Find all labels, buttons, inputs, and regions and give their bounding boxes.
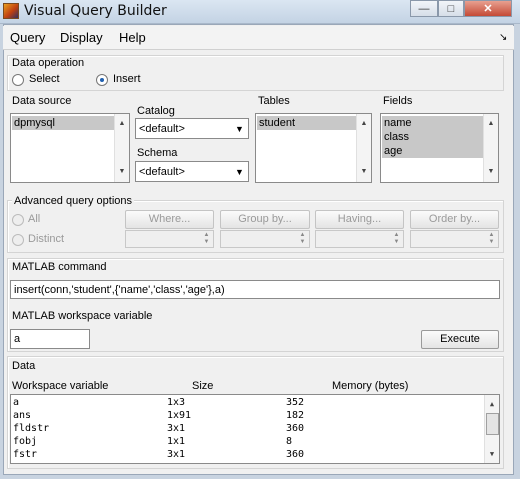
distinct-radio-label: Distinct: [28, 233, 65, 245]
distinct-radio[interactable]: [12, 234, 24, 246]
having-spinner[interactable]: ▲ ▼: [315, 230, 404, 248]
all-radio-label: All: [28, 213, 41, 225]
execute-button[interactable]: Execute: [421, 330, 499, 349]
order-by-button[interactable]: Order by...: [410, 210, 499, 229]
tables-scrollbar[interactable]: ▲ ▼: [356, 114, 371, 182]
catalog-dropdown[interactable]: <default> ▼: [135, 118, 249, 139]
spin-down-icon[interactable]: ▼: [297, 239, 308, 246]
scroll-down-icon[interactable]: ▼: [484, 166, 498, 178]
spin-up-icon[interactable]: ▲: [391, 232, 402, 239]
data-table-scrollbar[interactable]: ▲ ▼: [484, 395, 499, 463]
spin-down-icon[interactable]: ▼: [391, 239, 402, 246]
insert-radio-label: Insert: [113, 73, 141, 85]
column-header-memory: Memory (bytes): [332, 380, 409, 392]
maximize-button[interactable]: □: [438, 0, 464, 17]
data-label: Data: [12, 360, 36, 372]
close-icon: ✕: [483, 3, 493, 15]
catalog-label: Catalog: [137, 105, 175, 117]
maximize-icon: □: [447, 2, 455, 15]
fields-label: Fields: [383, 95, 413, 107]
workspace-variable-field[interactable]: a: [10, 329, 90, 349]
minimize-icon: —: [418, 2, 430, 15]
matlab-command-label: MATLAB command: [12, 261, 107, 273]
data-source-scrollbar[interactable]: ▲ ▼: [114, 114, 129, 182]
data-operation-label: Data operation: [12, 57, 85, 69]
spin-down-icon[interactable]: ▼: [201, 239, 212, 246]
column-header-workspace-variable: Workspace variable: [12, 380, 109, 392]
where-button[interactable]: Where...: [125, 210, 214, 229]
catalog-value: <default>: [139, 123, 185, 135]
scroll-up-icon[interactable]: ▲: [357, 118, 371, 130]
insert-radio[interactable]: [96, 74, 108, 86]
select-radio-label: Select: [29, 73, 60, 85]
chevron-down-icon[interactable]: ▼: [233, 164, 246, 180]
where-spinner[interactable]: ▲ ▼: [125, 230, 214, 248]
spin-down-icon[interactable]: ▼: [486, 239, 497, 246]
scroll-up-icon[interactable]: ▲: [485, 398, 499, 410]
column-header-size: Size: [192, 380, 214, 392]
chevron-down-icon[interactable]: ▼: [233, 121, 246, 137]
table-row[interactable]: ans 1x91 182: [11, 409, 486, 422]
scroll-down-icon[interactable]: ▼: [485, 448, 499, 460]
window-title: Visual Query Builder: [24, 3, 167, 19]
menu-query[interactable]: Query: [10, 30, 45, 45]
scroll-thumb[interactable]: [486, 413, 499, 435]
tables-list[interactable]: student ▲ ▼: [255, 113, 372, 183]
menu-help[interactable]: Help: [119, 30, 146, 45]
list-item[interactable]: student: [257, 116, 357, 130]
table-row[interactable]: fstr 3x1 360: [11, 448, 486, 461]
menu-pin-icon[interactable]: ↘: [499, 32, 507, 43]
all-radio[interactable]: [12, 214, 24, 226]
advanced-options-label: Advanced query options: [12, 195, 135, 207]
fields-list[interactable]: name class age ▲ ▼: [380, 113, 499, 183]
order-by-spinner[interactable]: ▲ ▼: [410, 230, 499, 248]
workspace-variable-label: MATLAB workspace variable: [12, 310, 153, 322]
spin-up-icon[interactable]: ▲: [297, 232, 308, 239]
scroll-up-icon[interactable]: ▲: [484, 118, 498, 130]
group-by-button[interactable]: Group by...: [220, 210, 310, 229]
having-button[interactable]: Having...: [315, 210, 404, 229]
list-item[interactable]: name: [382, 116, 484, 130]
list-item[interactable]: class: [382, 130, 484, 144]
matlab-command-field[interactable]: insert(conn,'student',{'name','class','a…: [10, 280, 500, 299]
minimize-button[interactable]: —: [410, 0, 438, 17]
table-row[interactable]: a 1x3 352: [11, 396, 486, 409]
schema-dropdown[interactable]: <default> ▼: [135, 161, 249, 182]
tables-label: Tables: [258, 95, 290, 107]
select-radio[interactable]: [12, 74, 24, 86]
fields-scrollbar[interactable]: ▲ ▼: [483, 114, 498, 182]
spin-up-icon[interactable]: ▲: [486, 232, 497, 239]
list-item[interactable]: age: [382, 144, 484, 158]
spin-up-icon[interactable]: ▲: [201, 232, 212, 239]
close-button[interactable]: ✕: [464, 0, 512, 17]
matlab-app-icon: [3, 3, 19, 19]
workspace-data-table[interactable]: a 1x3 352 ans 1x91 182 fldstr 3x1 360 fobj 1x1 8…: [10, 394, 500, 464]
list-item[interactable]: dpmysql: [12, 116, 115, 130]
table-row[interactable]: fobj 1x1 8: [11, 435, 486, 448]
data-source-label: Data source: [12, 95, 72, 107]
scroll-down-icon[interactable]: ▼: [115, 166, 129, 178]
data-source-list[interactable]: dpmysql ▲ ▼: [10, 113, 130, 183]
scroll-down-icon[interactable]: ▼: [357, 166, 371, 178]
scroll-up-icon[interactable]: ▲: [115, 118, 129, 130]
menu-display[interactable]: Display: [60, 30, 103, 45]
schema-value: <default>: [139, 166, 185, 178]
table-row[interactable]: fldstr 3x1 360: [11, 422, 486, 435]
group-by-spinner[interactable]: ▲ ▼: [220, 230, 310, 248]
schema-label: Schema: [137, 147, 178, 159]
